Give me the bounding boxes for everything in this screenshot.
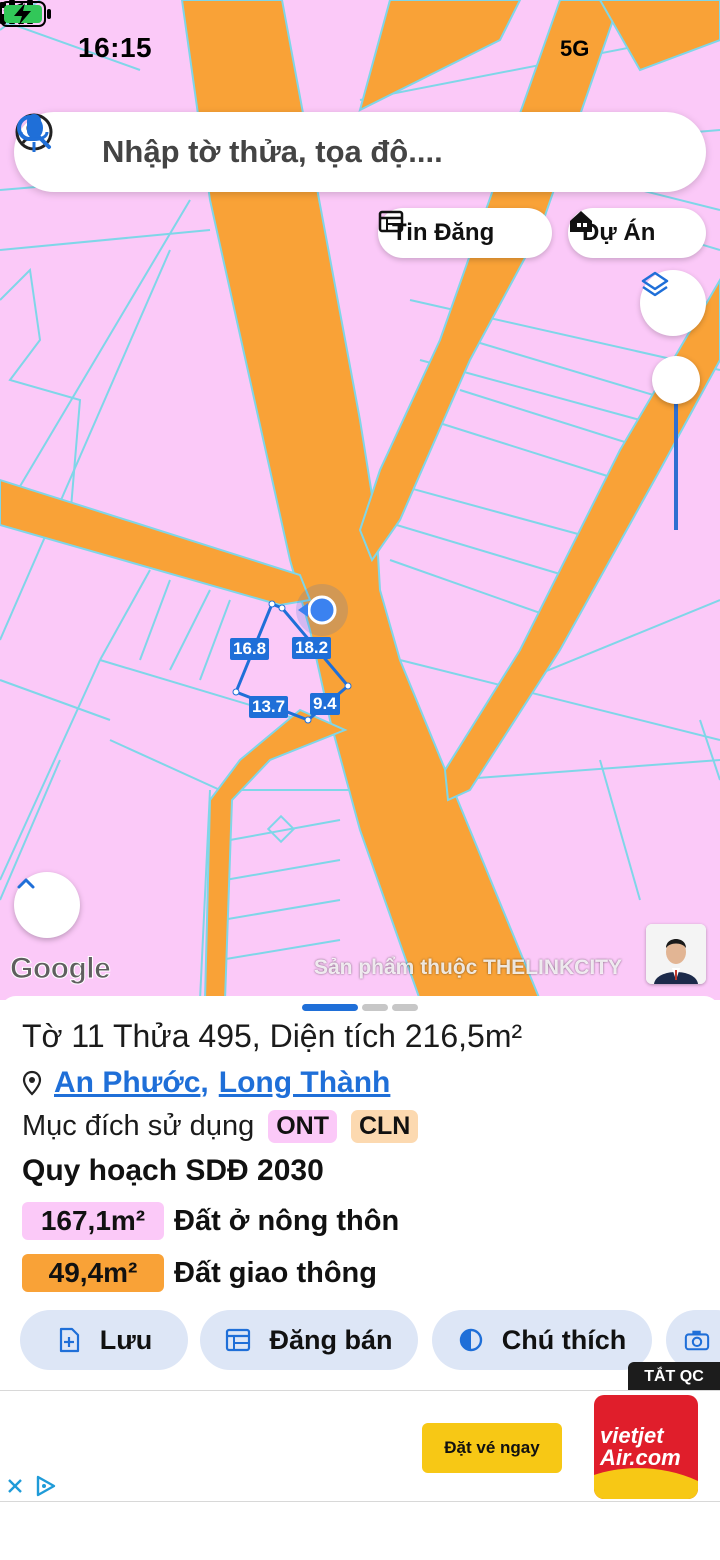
current-location-marker [296,584,348,636]
zone-name: Đất ở nông thôn [174,1204,400,1237]
chevron-up-icon [17,878,35,889]
agent-avatar[interactable] [646,924,706,984]
ad-cta-button[interactable]: Đặt vé ngay [422,1423,562,1473]
edge-label: 18.2 [292,637,332,659]
expand-up-button[interactable] [14,872,80,938]
battery-charging-icon [0,1,51,27]
edge-label: 9.4 [310,693,340,715]
news-chip-label: Tin Đăng [392,219,495,246]
news-chip[interactable]: Tin Đăng [378,208,552,258]
camera-icon [684,1330,710,1351]
location-row: An Phước , Long Thành [22,1066,390,1100]
status-time: 16:15 [78,32,153,63]
purpose-badge: CLN [350,1110,419,1143]
purpose-row: Mục đích sử dụng ONT CLN [22,1110,419,1143]
save-button[interactable]: Lưu [20,1310,188,1370]
zoom-slider-handle[interactable] [652,356,700,404]
ad-banner[interactable]: Đặt vé ngay vietjet Air.com [0,1390,720,1502]
hide-ads-button[interactable]: TẮT QC [628,1362,720,1392]
edge-label: 13.7 [249,696,289,718]
network-label: 5G [560,36,590,61]
pager-dot-active [302,1004,358,1011]
calendar-icon [378,210,404,233]
plan-title: Quy hoạch SDĐ 2030 [22,1154,324,1187]
layers-icon [641,271,669,297]
zone-row: 49,4m² Đất giao thông [22,1254,377,1292]
zone-area: 167,1m² [22,1202,164,1240]
search-bar[interactable] [14,112,706,192]
district-link[interactable]: Long Thành [219,1066,391,1100]
home-icon [570,211,592,232]
search-input[interactable] [102,130,572,174]
bottom-safe-area [0,1502,720,1560]
close-icon[interactable] [6,1477,24,1495]
map-view[interactable]: 16.8 18.2 13.7 9.4 16:15 5G Nhập tờ thửa… [0,0,720,1000]
mic-icon[interactable] [14,112,54,156]
legend-button[interactable]: Chú thích [432,1310,652,1370]
ad-logo[interactable]: vietjet Air.com [594,1395,698,1499]
save-label: Lưu [99,1324,153,1355]
ward-link[interactable]: An Phước [54,1066,200,1100]
list-icon [226,1328,251,1352]
post-sale-button[interactable]: Đăng bán [200,1310,418,1370]
pager-dot [362,1004,388,1011]
contrast-icon [459,1328,482,1352]
parcel-info-sheet[interactable]: Tờ 11 Thửa 495, Diện tích 216,5m² An Phư… [0,996,720,1390]
adchoices-icon[interactable] [34,1475,56,1497]
post-sale-label: Đăng bán [269,1324,393,1355]
watermark: Sản phẩm thuộc THELINKCITY [314,956,623,979]
edge-label: 16.8 [230,638,270,660]
zone-name: Đất giao thông [174,1256,377,1289]
sheet-pager [302,1004,418,1011]
pin-icon [22,1070,42,1096]
legend-label: Chú thích [501,1324,627,1355]
zone-row: 167,1m² Đất ở nông thôn [22,1202,399,1240]
parcel-title: Tờ 11 Thửa 495, Diện tích 216,5m² [22,1018,523,1054]
layers-button[interactable] [640,270,706,336]
plus-file-icon [59,1327,79,1353]
action-bar: Lưu Đăng bán Chú thích [0,1310,720,1372]
camera-button[interactable] [666,1310,720,1370]
pager-dot [392,1004,418,1011]
ad-logo-stripe [594,1468,698,1499]
purpose-badge: ONT [268,1110,337,1143]
zone-area: 49,4m² [22,1254,164,1292]
project-chip[interactable]: Dự Án [568,208,706,258]
location-separator: , [200,1066,209,1099]
purpose-label: Mục đích sử dụng [22,1110,255,1142]
status-bar: 16:15 5G [0,0,720,100]
agent-photo [646,924,706,984]
google-logo: Google [9,952,111,986]
